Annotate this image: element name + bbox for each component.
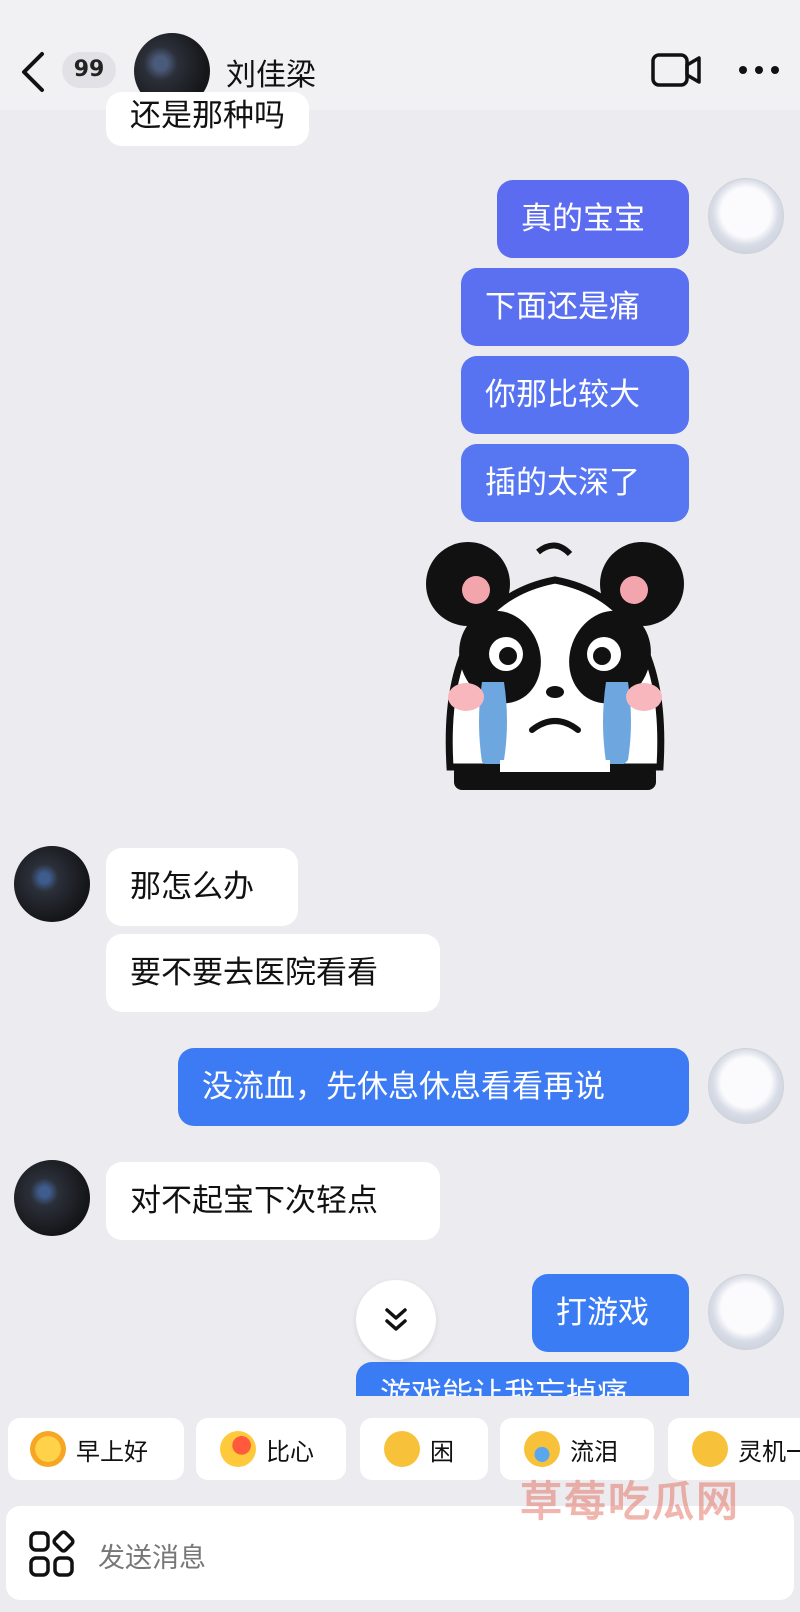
message-bubble-outgoing[interactable]: 下面还是痛	[461, 268, 689, 346]
scroll-to-bottom-button[interactable]	[356, 1280, 436, 1360]
message-bubble-outgoing-partial[interactable]: 游戏能让我忘掉痛	[356, 1362, 689, 1396]
message-bubble-outgoing-partial-clip: 游戏能让我忘掉痛	[356, 1362, 689, 1396]
contact-avatar[interactable]	[14, 1160, 90, 1236]
double-chevron-down-icon	[385, 1308, 407, 1331]
quick-reply-label: 困	[430, 1437, 454, 1466]
my-avatar[interactable]	[708, 1048, 784, 1124]
unread-count-badge[interactable]: 99	[62, 52, 116, 88]
contact-name[interactable]: 刘佳梁	[226, 50, 316, 94]
contact-avatar[interactable]	[14, 846, 90, 922]
message-text: 下面还是痛	[485, 288, 640, 325]
message-bubble-outgoing[interactable]: 真的宝宝	[497, 180, 689, 258]
message-text: 要不要去医院看看	[130, 954, 378, 991]
message-bubble-outgoing[interactable]: 插的太深了	[461, 444, 689, 522]
sleepy-emoji-icon	[384, 1431, 420, 1467]
back-arrow-icon[interactable]	[14, 48, 54, 96]
crying-panda-sticker[interactable]	[420, 532, 690, 796]
message-input[interactable]: 发送消息	[98, 1536, 206, 1575]
crying-emoji-icon	[524, 1431, 560, 1467]
heart-hand-emoji-icon	[220, 1431, 256, 1467]
quick-reply-label: 流泪	[570, 1437, 618, 1466]
quick-reply-label: 比心	[266, 1437, 314, 1466]
quick-reply-heart[interactable]: 比心	[196, 1418, 346, 1480]
message-bubble-incoming[interactable]: 对不起宝下次轻点	[106, 1162, 440, 1240]
message-bubble-incoming-partial[interactable]: 还是那种吗	[106, 92, 309, 146]
quick-reply-sleepy[interactable]: 困	[360, 1418, 488, 1480]
message-text: 对不起宝下次轻点	[130, 1182, 378, 1219]
more-options-icon[interactable]	[737, 58, 781, 86]
message-text: 你那比较大	[485, 376, 640, 413]
message-bubble-incoming[interactable]: 那怎么办	[106, 848, 298, 926]
quick-reply-label: 早上好	[76, 1437, 148, 1466]
message-bubble-incoming[interactable]: 要不要去医院看看	[106, 934, 440, 1012]
message-text: 真的宝宝	[521, 200, 645, 237]
message-text: 那怎么办	[130, 868, 254, 905]
message-bubble-outgoing[interactable]: 没流血，先休息休息看看再说	[178, 1048, 689, 1126]
my-avatar[interactable]	[708, 1274, 784, 1350]
message-bubble-outgoing[interactable]: 你那比较大	[461, 356, 689, 434]
message-text: 还是那种吗	[130, 97, 285, 134]
message-text: 插的太深了	[485, 464, 640, 501]
message-text: 没流血，先休息休息看看再说	[202, 1068, 605, 1105]
sun-emoji-icon	[30, 1431, 66, 1467]
quick-reply-label: 灵机一动	[738, 1437, 800, 1466]
message-bubble-outgoing[interactable]: 打游戏	[532, 1274, 689, 1352]
message-text: 打游戏	[556, 1294, 649, 1331]
message-text: 游戏能让我忘掉痛	[380, 1377, 628, 1397]
video-call-icon[interactable]	[651, 52, 703, 92]
my-avatar[interactable]	[708, 178, 784, 254]
apps-grid-icon[interactable]	[28, 1530, 76, 1582]
watermark-text: 草莓吃瓜网	[520, 1477, 741, 1526]
quick-reply-good-morning[interactable]: 早上好	[8, 1418, 184, 1480]
idea-emoji-icon	[692, 1431, 728, 1467]
